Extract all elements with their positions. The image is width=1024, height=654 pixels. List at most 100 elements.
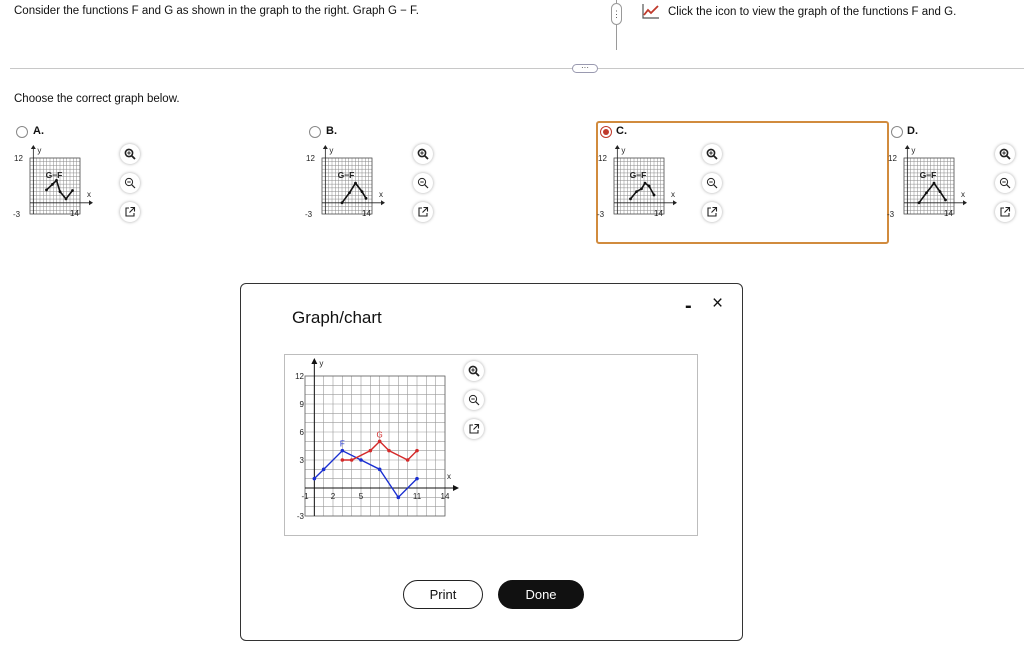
svg-text:x: x (379, 190, 383, 199)
series-f-point (359, 458, 363, 462)
zoom-out-icon (999, 177, 1011, 189)
series-f-point (321, 467, 326, 472)
series-g-point (368, 448, 373, 453)
svg-text:y: y (911, 146, 915, 155)
close-button[interactable]: × (712, 293, 723, 315)
zoom-in-icon (124, 148, 136, 160)
svg-text:G−F: G−F (46, 170, 63, 180)
svg-text:-3: -3 (597, 210, 605, 219)
series-f-point (312, 476, 317, 481)
svg-text:y: y (621, 146, 625, 155)
zoom-out-icon (124, 177, 136, 189)
y-axis-arrow (311, 358, 318, 364)
minimize-button[interactable]: - (685, 295, 692, 318)
zoom-out-icon (706, 177, 718, 189)
svg-text:G−F: G−F (920, 170, 937, 180)
open-external-button[interactable] (120, 202, 140, 222)
y-tick-label: 12 (295, 372, 304, 381)
open-external-icon (417, 206, 429, 218)
line-chart-icon[interactable] (641, 2, 661, 20)
svg-text:14: 14 (654, 209, 663, 218)
y-tick-label: 3 (300, 456, 305, 465)
zoom-in-button[interactable] (464, 361, 484, 381)
zoom-in-button[interactable] (702, 144, 722, 164)
open-external-icon (124, 206, 136, 218)
modal-title: Graph/chart (292, 308, 382, 327)
zoom-in-icon (468, 365, 480, 377)
svg-text:14: 14 (944, 209, 953, 218)
open-external-button[interactable] (413, 202, 433, 222)
svg-text:12: 12 (598, 154, 607, 163)
series-g-point (349, 458, 354, 462)
option-b-radio[interactable] (309, 126, 321, 138)
option-c-graph[interactable]: y 12 -3 14 x G−F (596, 144, 686, 230)
zoom-out-icon (417, 177, 429, 189)
svg-text:12: 12 (306, 154, 315, 163)
open-external-button[interactable] (995, 202, 1015, 222)
question-text: Consider the functions F and G as shown … (14, 5, 419, 17)
option-b-graph[interactable]: y 12 -3 14 x G−F (304, 144, 394, 230)
zoom-in-button[interactable] (120, 144, 140, 164)
x-axis-arrow (453, 485, 459, 491)
option-d-graph[interactable]: y 12 -3 14 x G−F (886, 144, 976, 230)
series-g-label: G (377, 430, 383, 439)
svg-text:G−F: G−F (338, 170, 355, 180)
svg-text:-3: -3 (305, 210, 313, 219)
done-button[interactable]: Done (498, 580, 584, 609)
series-g-point (387, 448, 391, 453)
open-external-button[interactable] (702, 202, 722, 222)
zoom-out-button[interactable] (413, 173, 433, 193)
zoom-in-button[interactable] (995, 144, 1015, 164)
svg-text:-3: -3 (887, 210, 895, 219)
series-f-point (415, 476, 419, 481)
zoom-in-icon (706, 148, 718, 160)
open-external-button[interactable] (464, 419, 484, 439)
svg-text:14: 14 (362, 209, 371, 218)
x-tick-label: 14 (441, 492, 450, 501)
x-axis-label: x (447, 472, 451, 481)
option-b-label[interactable]: B. (326, 125, 337, 137)
zoom-out-button[interactable] (464, 390, 484, 410)
svg-text:-3: -3 (13, 210, 21, 219)
svg-text:x: x (671, 190, 675, 199)
svg-text:12: 12 (14, 154, 23, 163)
x-tick-label: -1 (301, 492, 309, 501)
divider-handle[interactable]: ⋮ (611, 3, 622, 25)
zoom-in-icon (999, 148, 1011, 160)
series-g-point (415, 448, 419, 453)
series-f-point (340, 448, 345, 453)
series-g-point (377, 439, 382, 444)
open-external-icon (706, 206, 718, 218)
option-d-label[interactable]: D. (907, 125, 918, 137)
zoom-out-button[interactable] (995, 173, 1015, 193)
option-a-graph[interactable]: y 12 -3 14 x G−F (12, 144, 102, 230)
x-tick-label: 2 (331, 492, 336, 501)
y-tick-label: 9 (300, 400, 305, 409)
zoom-out-icon (468, 394, 480, 406)
zoom-out-button[interactable] (120, 173, 140, 193)
option-d-radio[interactable] (891, 126, 903, 138)
svg-text:y: y (37, 146, 41, 155)
series-g-point (340, 458, 345, 462)
x-tick-label: 11 (413, 492, 422, 501)
series-f-point (377, 467, 382, 472)
y-tick-label: 6 (300, 428, 305, 437)
open-external-icon (999, 206, 1011, 218)
graph-link-text[interactable]: Click the icon to view the graph of the … (668, 6, 956, 18)
series-g-point (405, 458, 410, 462)
section-divider (10, 68, 1024, 69)
zoom-in-icon (417, 148, 429, 160)
zoom-out-button[interactable] (702, 173, 722, 193)
y-axis-label: y (319, 359, 323, 368)
option-c-radio[interactable] (600, 126, 612, 138)
svg-text:x: x (961, 190, 965, 199)
option-c-label[interactable]: C. (616, 125, 627, 137)
svg-text:12: 12 (888, 154, 897, 163)
prompt-text: Choose the correct graph below. (14, 93, 180, 105)
option-a-radio[interactable] (16, 126, 28, 138)
svg-text:y: y (329, 146, 333, 155)
zoom-in-button[interactable] (413, 144, 433, 164)
option-a-label[interactable]: A. (33, 125, 44, 137)
print-button[interactable]: Print (403, 580, 483, 609)
collapse-handle[interactable]: ··· (572, 64, 598, 73)
